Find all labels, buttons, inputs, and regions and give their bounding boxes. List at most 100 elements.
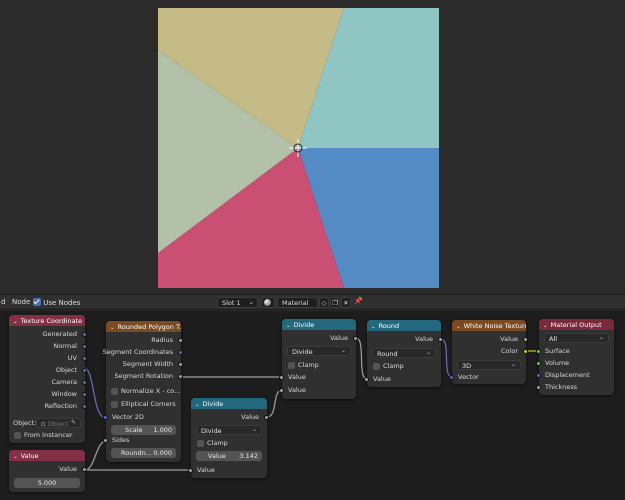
socket-vector-2d[interactable] bbox=[103, 415, 108, 420]
operation-dropdown[interactable]: Round ⌄ bbox=[372, 348, 436, 358]
clamp-label: Clamp bbox=[207, 439, 228, 447]
node-editor-canvas[interactable]: ⌄ Texture Coordinate Generated Normal UV … bbox=[0, 311, 625, 500]
output-segment-coordinates: Segment Coordinates bbox=[102, 348, 173, 356]
link-object-to-vector2d bbox=[83, 367, 107, 419]
eyedropper-icon[interactable]: ✎ bbox=[71, 419, 76, 426]
clamp-checkbox[interactable] bbox=[288, 362, 295, 369]
node-divide-a[interactable]: ⌄ Divide Value Divide ⌄ Clamp Value Value bbox=[279, 319, 358, 399]
socket-sides[interactable] bbox=[103, 438, 108, 443]
output-uv: UV bbox=[67, 354, 77, 362]
output-camera: Camera bbox=[51, 378, 77, 386]
input-sides: Sides bbox=[112, 436, 130, 444]
node-white-noise[interactable]: ⌄ White Noise Texture Value Color 3D ⌄ Ve… bbox=[449, 320, 528, 384]
socket-reflection[interactable] bbox=[82, 404, 87, 409]
value-field[interactable]: 5.000 bbox=[14, 478, 80, 488]
use-nodes-toggle[interactable]: Use Nodes bbox=[33, 298, 80, 307]
node-divide-b[interactable]: ⌄ Divide Value Divide ⌄ Clamp Value 3.142… bbox=[188, 398, 269, 478]
socket-uv[interactable] bbox=[82, 356, 87, 361]
pin-icon[interactable]: 📌 bbox=[354, 297, 363, 305]
chevron-down-icon: ⌄ bbox=[510, 361, 516, 368]
socket-value-out[interactable] bbox=[438, 337, 443, 342]
socket-value-out[interactable] bbox=[353, 336, 358, 341]
scale-field[interactable]: Scale 1.000 bbox=[111, 425, 176, 435]
fake-user-button[interactable]: ◇ bbox=[319, 297, 329, 308]
node-title[interactable]: ⌄ White Noise Texture bbox=[452, 320, 526, 331]
target-dropdown[interactable]: All ⌄ bbox=[544, 333, 609, 343]
node-title[interactable]: ⌄ Rounded Polygon T... bbox=[106, 321, 181, 332]
socket-radius[interactable] bbox=[178, 338, 183, 343]
render-viewport[interactable] bbox=[0, 0, 625, 292]
input-displacement: Displacement bbox=[545, 371, 590, 379]
socket-normal[interactable] bbox=[82, 344, 87, 349]
output-value: Value bbox=[500, 335, 518, 343]
socket-window[interactable] bbox=[82, 392, 87, 397]
roundness-field[interactable]: Roundn... 0.000 bbox=[111, 448, 176, 458]
normalize-checkbox[interactable] bbox=[111, 388, 118, 395]
material-browse-button[interactable] bbox=[261, 297, 275, 308]
socket-thickness[interactable] bbox=[536, 385, 541, 390]
socket-value-in-2[interactable] bbox=[279, 388, 284, 393]
from-instancer-checkbox[interactable] bbox=[14, 432, 21, 439]
clamp-label: Clamp bbox=[383, 362, 404, 370]
socket-volume[interactable] bbox=[536, 361, 541, 366]
socket-segment-rotation[interactable] bbox=[178, 374, 183, 379]
socket-segment-coordinates[interactable] bbox=[178, 350, 183, 355]
chevron-down-icon: ⌄ bbox=[248, 298, 254, 306]
clamp-checkbox[interactable] bbox=[197, 440, 204, 447]
operation-dropdown[interactable]: Divide ⌄ bbox=[287, 346, 351, 356]
output-color: Color bbox=[501, 347, 518, 355]
clamp-checkbox[interactable] bbox=[373, 363, 380, 370]
socket-value-out[interactable] bbox=[264, 415, 269, 420]
material-name-field[interactable]: Material bbox=[277, 297, 318, 308]
chevron-down-icon: ⌄ bbox=[543, 323, 548, 329]
node-round[interactable]: ⌄ Round Value Round ⌄ Clamp Value bbox=[364, 320, 443, 387]
node-editor-header: d Node Use Nodes Slot 1 ⌄ Material ◇ ❐ ✕… bbox=[0, 294, 625, 310]
unlink-material-button[interactable]: ✕ bbox=[341, 297, 351, 308]
socket-value-in[interactable] bbox=[188, 468, 193, 473]
elliptical-checkbox[interactable] bbox=[111, 401, 118, 408]
node-value[interactable]: ⌄ Value Value 5.000 bbox=[9, 450, 87, 492]
socket-generated[interactable] bbox=[82, 332, 87, 337]
slot-dropdown[interactable]: Slot 1 ⌄ bbox=[217, 297, 258, 308]
duplicate-material-button[interactable]: ❐ bbox=[330, 297, 340, 308]
socket-value-in[interactable] bbox=[364, 377, 369, 382]
node-title[interactable]: ⌄ Material Output bbox=[539, 319, 614, 330]
socket-vector-in[interactable] bbox=[449, 375, 454, 380]
node-title[interactable]: ⌄ Divide bbox=[282, 319, 356, 330]
value-field[interactable]: Value 3.142 bbox=[196, 451, 262, 461]
use-nodes-label: Use Nodes bbox=[43, 299, 81, 307]
node-title[interactable]: ⌄ Divide bbox=[191, 398, 267, 409]
input-volume: Volume bbox=[545, 359, 570, 367]
node-rounded-polygon[interactable]: ⌄ Rounded Polygon T... Radius Segment Coo… bbox=[102, 321, 183, 462]
dimensions-dropdown[interactable]: 3D ⌄ bbox=[457, 360, 521, 370]
node-title[interactable]: ⌄ Texture Coordinate bbox=[9, 315, 85, 326]
socket-displacement[interactable] bbox=[536, 373, 541, 378]
object-label: Object: bbox=[13, 419, 37, 427]
socket-camera[interactable] bbox=[82, 380, 87, 385]
socket-value-in-1[interactable] bbox=[279, 375, 284, 380]
node-texture-coordinate[interactable]: ⌄ Texture Coordinate Generated Normal UV … bbox=[9, 315, 87, 443]
chevron-down-icon: ⌄ bbox=[13, 454, 18, 460]
socket-color-out[interactable] bbox=[523, 349, 528, 354]
object-picker[interactable]: ▫ Object ✎ bbox=[36, 418, 81, 428]
output-window: Window bbox=[51, 390, 77, 398]
chevron-down-icon: ⌄ bbox=[251, 426, 257, 433]
chevron-down-icon: ⌄ bbox=[286, 323, 291, 329]
socket-object[interactable] bbox=[82, 368, 87, 373]
socket-surface[interactable] bbox=[536, 349, 541, 354]
node-title[interactable]: ⌄ Value bbox=[9, 450, 85, 461]
input-value: Value bbox=[373, 375, 391, 383]
use-nodes-checkbox[interactable] bbox=[33, 298, 41, 306]
socket-value-out[interactable] bbox=[82, 467, 87, 472]
input-thickness: Thickness bbox=[545, 383, 578, 391]
copy-icon: ❐ bbox=[332, 299, 338, 307]
node-title[interactable]: ⌄ Round bbox=[367, 320, 441, 331]
input-value-1: Value bbox=[288, 373, 306, 381]
socket-value-out[interactable] bbox=[523, 337, 528, 342]
output-normal: Normal bbox=[53, 342, 77, 350]
node-menu[interactable]: Node bbox=[12, 298, 30, 306]
clamp-label: Clamp bbox=[298, 361, 319, 369]
socket-segment-width[interactable] bbox=[178, 362, 183, 367]
node-material-output[interactable]: ⌄ Material Output All ⌄ Surface Volume Di… bbox=[536, 319, 614, 395]
operation-dropdown[interactable]: Divide ⌄ bbox=[196, 425, 262, 435]
